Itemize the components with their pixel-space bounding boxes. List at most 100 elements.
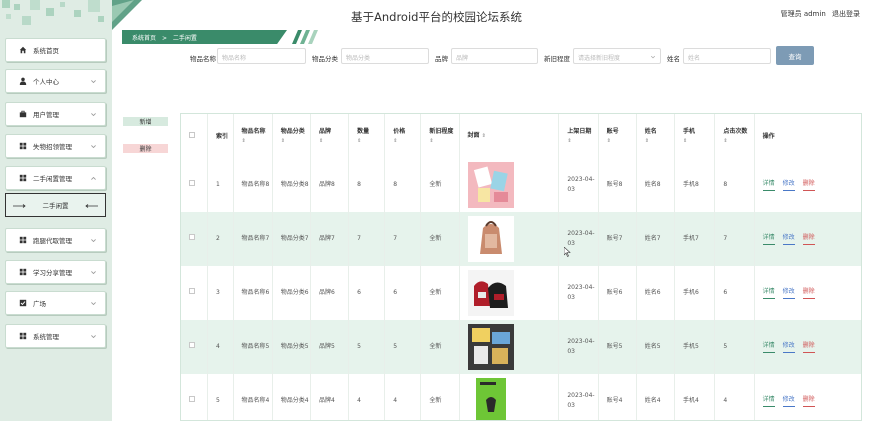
delete-link[interactable]: 删除 xyxy=(802,395,815,407)
add-button[interactable]: 新增 xyxy=(123,117,168,126)
delete-link[interactable]: 删除 xyxy=(802,341,815,353)
sidebar-item-label: 用户管理 xyxy=(33,111,59,119)
sidebar-item-home[interactable]: 系统首页 xyxy=(5,38,106,62)
category-input[interactable]: 物品分类 xyxy=(341,48,429,64)
col-account[interactable]: 账号 ⇕ xyxy=(598,114,637,158)
sidebar-subitem-label: 二手闲置 xyxy=(42,202,69,210)
grid-icon xyxy=(18,268,27,277)
detail-link[interactable]: 详情 xyxy=(762,179,775,191)
sidebar-item-label: 失物招领管理 xyxy=(33,143,72,151)
col-category[interactable]: 物品分类 ⇕ xyxy=(272,114,311,158)
arrow-left-icon xyxy=(85,204,98,208)
sidebar-item-errand[interactable]: 跑腿代取管理 xyxy=(5,228,106,252)
batch-delete-button[interactable]: 删除 xyxy=(123,144,168,153)
edit-link[interactable]: 修改 xyxy=(782,179,795,191)
col-condition[interactable]: 新旧程度 ⇕ xyxy=(420,114,460,158)
condition-select[interactable]: 请选择新旧程度 xyxy=(573,48,661,64)
cell-ops: 详情 修改 删除 xyxy=(754,212,861,266)
sidebar-item-label: 个人中心 xyxy=(33,78,59,86)
col-clicks[interactable]: 点击次数 ⇕ xyxy=(714,114,755,158)
cover-image[interactable] xyxy=(467,216,514,262)
sidebar-item-users[interactable]: 用户管理 xyxy=(5,102,106,126)
cell-cover xyxy=(459,374,560,421)
detail-link[interactable]: 详情 xyxy=(762,341,775,353)
name-input[interactable]: 物品名称 xyxy=(217,48,306,64)
sidebar-item-label: 系统管理 xyxy=(33,333,59,341)
delete-link[interactable]: 删除 xyxy=(802,179,815,191)
sidebar-item-system[interactable]: 系统管理 xyxy=(5,324,106,348)
sidebar-item-profile[interactable]: 个人中心 xyxy=(5,69,106,93)
delete-link[interactable]: 删除 xyxy=(802,233,815,245)
edit-link[interactable]: 修改 xyxy=(782,341,795,353)
cell-index: 5 xyxy=(207,374,234,420)
row-checkbox[interactable] xyxy=(181,158,209,212)
logout-link[interactable]: 退出登录 xyxy=(832,10,860,18)
detail-link[interactable]: 详情 xyxy=(762,395,775,407)
cell-brand: 品牌4 xyxy=(310,374,350,420)
query-button[interactable]: 查询 xyxy=(776,46,814,65)
cell-condition: 全新 xyxy=(420,158,460,212)
cell-index: 4 xyxy=(207,320,234,374)
select-all-checkbox[interactable] xyxy=(181,114,209,158)
user-label: 管理员 admin xyxy=(780,10,826,18)
detail-link[interactable]: 详情 xyxy=(762,287,775,299)
sidebar-subitem-secondhand[interactable]: 二手闲置 xyxy=(5,193,106,217)
table-row: 2 物品名称7 物品分类7 品牌7 7 7 全新 2023-04-03 账号7 … xyxy=(181,212,861,266)
sidebar-item-label: 系统首页 xyxy=(33,47,59,55)
cover-image[interactable] xyxy=(467,324,514,370)
col-cover[interactable]: 封面 ⇕ xyxy=(459,114,560,158)
cell-clicks: 8 xyxy=(714,158,755,212)
check-icon xyxy=(18,299,27,308)
col-brand[interactable]: 品牌 ⇕ xyxy=(310,114,350,158)
name-label: 物品名称 xyxy=(190,55,216,63)
sidebar-decoration xyxy=(0,0,112,28)
row-checkbox[interactable] xyxy=(181,320,209,374)
person-label: 姓名 xyxy=(667,55,680,63)
cell-cover xyxy=(459,266,560,320)
edit-link[interactable]: 修改 xyxy=(782,233,795,245)
breadcrumb-home[interactable]: 系统首页 xyxy=(132,35,156,42)
chevron-down-icon xyxy=(91,271,96,275)
edit-link[interactable]: 修改 xyxy=(782,395,795,407)
col-person[interactable]: 姓名 ⇕ xyxy=(636,114,675,158)
condition-label: 新旧程度 xyxy=(544,55,570,63)
delete-link[interactable]: 删除 xyxy=(802,287,815,299)
row-checkbox[interactable] xyxy=(181,374,209,420)
cell-person: 姓名8 xyxy=(636,158,675,212)
row-checkbox[interactable] xyxy=(181,266,209,320)
brand-input[interactable]: 品牌 xyxy=(451,48,538,64)
table-row: 4 物品名称5 物品分类5 品牌5 5 5 全新 2023-04-03 账号5 … xyxy=(181,320,861,374)
col-qty[interactable]: 数量 ⇕ xyxy=(348,114,386,158)
cell-name: 物品名称7 xyxy=(233,212,273,266)
cell-date: 2023-04-03 xyxy=(558,158,599,212)
col-date[interactable]: 上架日期 ⇕ xyxy=(558,114,599,158)
search-bar: 物品名称 物品名称 物品分类 物品分类 品牌 品牌 新旧程度 请选择新旧程度 姓… xyxy=(112,44,878,70)
cell-category: 物品分类4 xyxy=(272,374,311,420)
detail-link[interactable]: 详情 xyxy=(762,233,775,245)
edit-link[interactable]: 修改 xyxy=(782,287,795,299)
cover-image[interactable] xyxy=(467,378,514,421)
cell-account: 账号8 xyxy=(598,158,637,212)
col-phone[interactable]: 手机 ⇕ xyxy=(674,114,716,158)
cover-image[interactable] xyxy=(467,162,514,208)
table-header-row: 索引 物品名称 ⇕ 物品分类 ⇕ 品牌 ⇕ 数量 ⇕ 价格 ⇕ 新旧程度 ⇕ 封面 ⇕ 上架… xyxy=(181,114,861,158)
col-name[interactable]: 物品名称 ⇕ xyxy=(233,114,273,158)
cell-ops: 详情 修改 删除 xyxy=(754,158,861,212)
col-price[interactable]: 价格 ⇕ xyxy=(384,114,422,158)
sidebar-item-lost-found[interactable]: 失物招领管理 xyxy=(5,134,106,158)
cover-image[interactable] xyxy=(467,270,514,316)
page-title: 基于Android平台的校园论坛系统 xyxy=(351,10,522,24)
row-checkbox[interactable] xyxy=(181,212,209,266)
chevron-down-icon xyxy=(650,55,656,59)
sidebar-item-secondhand[interactable]: 二手闲置管理 xyxy=(5,166,106,190)
cell-qty: 5 xyxy=(348,320,386,374)
header-decoration xyxy=(112,0,142,30)
cell-ops: 详情 修改 删除 xyxy=(754,320,861,374)
user-area: 管理员 admin 退出登录 xyxy=(777,9,860,19)
cell-category: 物品分类5 xyxy=(272,320,311,374)
chevron-down-icon xyxy=(91,145,96,149)
sidebar-item-study-share[interactable]: 学习分享管理 xyxy=(5,260,106,284)
sidebar-item-square[interactable]: 广场 xyxy=(5,291,106,315)
cell-clicks: 7 xyxy=(714,212,755,266)
person-input[interactable]: 姓名 xyxy=(683,48,771,64)
